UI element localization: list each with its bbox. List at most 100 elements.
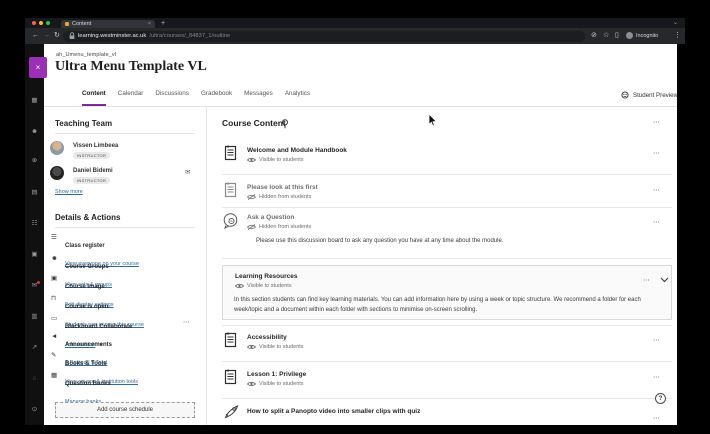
extension-icon[interactable]: ⊘: [591, 31, 597, 41]
detail-title: Blackboard Collaborate: [65, 324, 133, 330]
status-text: Visible to students: [259, 157, 304, 163]
course-page: ▦ ☻ ⊕ ▤ ☷ ▣ ✉ ▥ ↗ ◌ ⊙ × ah_Umenu_templat…: [25, 44, 685, 425]
help-button[interactable]: ?: [655, 393, 666, 404]
courses-icon[interactable]: ▤: [25, 189, 44, 197]
url-bar[interactable]: learning.westminster.ac.uk /ultra/course…: [63, 30, 585, 42]
folder-more-options-icon[interactable]: ⋯: [643, 277, 650, 284]
reload-button[interactable]: ↻: [54, 31, 60, 41]
institution-icon[interactable]: ▦: [25, 97, 44, 105]
calendar-icon[interactable]: ▣: [25, 251, 44, 259]
minimize-window-button[interactable]: [39, 21, 43, 25]
zoom-window-button[interactable]: [46, 21, 50, 25]
page-title: Ultra Menu Template VL: [55, 59, 207, 74]
content-item-title[interactable]: Welcome and Module Handbook: [247, 147, 347, 154]
folder-description: In this section students can find key le…: [234, 297, 641, 313]
eye-slash-icon: [247, 194, 256, 200]
item-more-options-icon[interactable]: ⋯: [653, 219, 660, 226]
folder-title[interactable]: Learning Resources: [235, 273, 298, 280]
pin-icon[interactable]: [281, 119, 289, 129]
avatar[interactable]: [50, 166, 64, 180]
tab-gradebook[interactable]: Gradebook: [201, 89, 232, 106]
divider: [222, 325, 672, 326]
tab-analytics[interactable]: Analytics: [285, 89, 310, 106]
document-icon: [224, 182, 237, 198]
content-item-title[interactable]: Lesson 1: Privilege: [247, 371, 306, 378]
messages-icon[interactable]: ✉: [25, 282, 44, 290]
content-item-title[interactable]: Please look at this first: [247, 184, 318, 191]
message-envelope-icon[interactable]: ✉: [185, 168, 190, 176]
role-badge: INSTRUCTOR: [73, 177, 111, 184]
collaborate-more-options-icon[interactable]: ⋯: [183, 319, 190, 326]
discussion-icon: [223, 213, 238, 229]
item-more-options-icon[interactable]: ⋯: [653, 415, 660, 422]
tab-title: Content: [72, 21, 92, 27]
tab-discussions[interactable]: Discussions: [155, 89, 189, 106]
url-host: learning.westminster.ac.uk: [78, 33, 147, 39]
back-button[interactable]: ←: [32, 31, 39, 41]
course-tab-bar: Content Calendar Discussions Gradebook M…: [82, 89, 310, 106]
side-panel-icon[interactable]: ▯: [615, 31, 619, 41]
status-row: Visible to students: [235, 283, 292, 289]
tools-icon[interactable]: ↗: [25, 344, 44, 352]
tab-close-icon[interactable]: ×: [148, 20, 151, 28]
page-edge: [677, 44, 685, 425]
content-item-title[interactable]: Ask a Question: [247, 214, 294, 221]
close-course-button[interactable]: ×: [29, 57, 47, 78]
window-chevron-icon[interactable]: ⌄: [673, 19, 678, 28]
tab-messages[interactable]: Messages: [244, 89, 273, 106]
course-content-heading: Course Content: [222, 118, 286, 128]
help-icon: ?: [658, 395, 663, 402]
forward-button[interactable]: →: [43, 31, 50, 41]
grades-icon[interactable]: ▥: [25, 313, 44, 321]
detail-title: Question Banks: [65, 381, 111, 387]
profile-icon[interactable]: ☻: [25, 128, 44, 136]
eye-slash-icon: [247, 224, 256, 230]
tab-favicon-icon: [65, 22, 69, 26]
avatar[interactable]: [50, 141, 64, 155]
bookmark-star-icon[interactable]: ☆: [603, 31, 609, 41]
learning-resources-folder[interactable]: Learning Resources Visible to students ⋯…: [222, 265, 672, 320]
chevron-down-icon[interactable]: [660, 277, 669, 283]
show-more-link[interactable]: Show more: [55, 189, 83, 195]
item-more-options-icon[interactable]: ⋯: [653, 150, 660, 157]
teaching-team-heading: Teaching Team: [55, 119, 113, 128]
activity-stream-icon[interactable]: ⊕: [25, 157, 44, 165]
course-content-more-options-icon[interactable]: ⋯: [653, 119, 660, 126]
browser-tab[interactable]: Content ×: [61, 20, 155, 28]
organizations-icon[interactable]: ☷: [25, 220, 44, 228]
status-text: Hidden from students: [259, 224, 312, 230]
item-more-options-icon[interactable]: ⋯: [653, 187, 660, 194]
divider: [222, 258, 672, 259]
browser-menu-icon[interactable]: ⋮: [674, 31, 681, 41]
eye-icon: [247, 344, 256, 350]
divider: [55, 227, 195, 228]
item-more-options-icon[interactable]: ⋯: [653, 337, 660, 344]
status-row: Visible to students: [247, 381, 304, 387]
browser-window: Content × + ⌄ ← → ↻ learning.westminster…: [25, 18, 685, 425]
divider: [222, 361, 672, 362]
search-icon[interactable]: ◌: [25, 375, 44, 383]
role-badge: INSTRUCTOR: [73, 152, 111, 159]
status-text: Visible to students: [259, 344, 304, 350]
sign-out-icon[interactable]: ⊙: [25, 406, 44, 414]
student-preview-button[interactable]: Student Preview: [620, 91, 678, 99]
document-icon: [224, 332, 237, 348]
status-text: Visible to students: [247, 283, 292, 289]
divider: [222, 398, 672, 399]
content-item-title[interactable]: How to split a Panopto video into smalle…: [247, 408, 420, 415]
member-name[interactable]: Daniel Bidemi: [73, 168, 113, 174]
item-more-options-icon[interactable]: ⋯: [653, 374, 660, 381]
new-tab-button[interactable]: +: [161, 19, 165, 28]
student-preview-label: Student Preview: [633, 91, 679, 99]
divider: [55, 133, 195, 134]
close-icon: ×: [35, 63, 41, 72]
detail-title: Class register: [65, 243, 105, 249]
add-course-schedule-button[interactable]: Add course schedule: [55, 402, 195, 418]
detail-title: Course is open: [65, 304, 109, 310]
member-name[interactable]: Vissen Limbeea: [73, 143, 118, 149]
tab-content[interactable]: Content: [82, 89, 106, 106]
content-item-title[interactable]: Accessibility: [247, 334, 287, 341]
tab-calendar[interactable]: Calendar: [118, 89, 144, 106]
close-window-button[interactable]: [32, 21, 36, 25]
eye-icon: [247, 381, 256, 387]
